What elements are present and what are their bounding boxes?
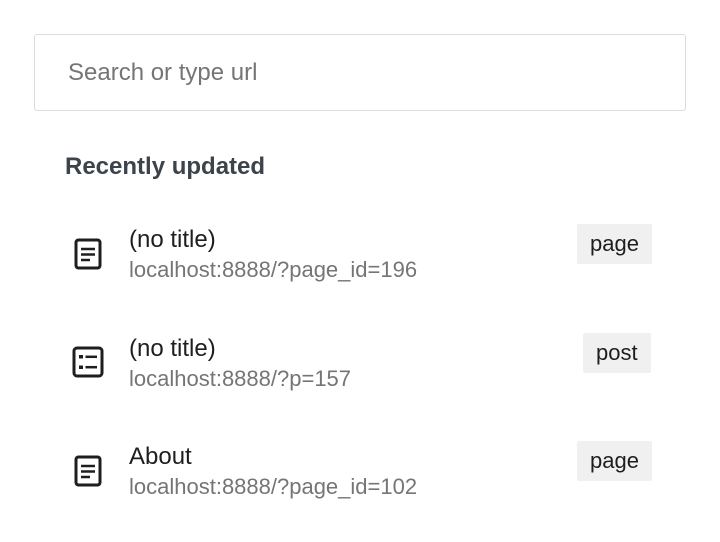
search-field[interactable] [34, 34, 686, 111]
item-url: localhost:8888/?page_id=102 [129, 474, 418, 499]
list-item[interactable]: (no title) localhost:8888/?page_id=196 p… [50, 222, 670, 312]
item-url: localhost:8888/?p=157 [129, 366, 352, 391]
item-title: (no title) [129, 335, 216, 362]
link-search-panel: Recently updated (no title) localhost:88… [0, 0, 720, 542]
item-url: localhost:8888/?page_id=196 [129, 257, 418, 282]
search-input[interactable] [35, 35, 685, 110]
type-badge: page [577, 441, 652, 481]
section-title: Recently updated [65, 153, 266, 180]
type-badge: page [577, 224, 652, 264]
item-title: About [129, 443, 192, 470]
item-title: (no title) [129, 226, 216, 253]
list-item[interactable]: About localhost:8888/?page_id=102 page [50, 439, 670, 529]
list-item[interactable]: (no title) localhost:8888/?p=157 post [50, 331, 670, 421]
type-badge: post [583, 333, 651, 373]
page-icon [68, 234, 108, 274]
post-list-icon [68, 342, 108, 382]
page-icon [68, 451, 108, 491]
